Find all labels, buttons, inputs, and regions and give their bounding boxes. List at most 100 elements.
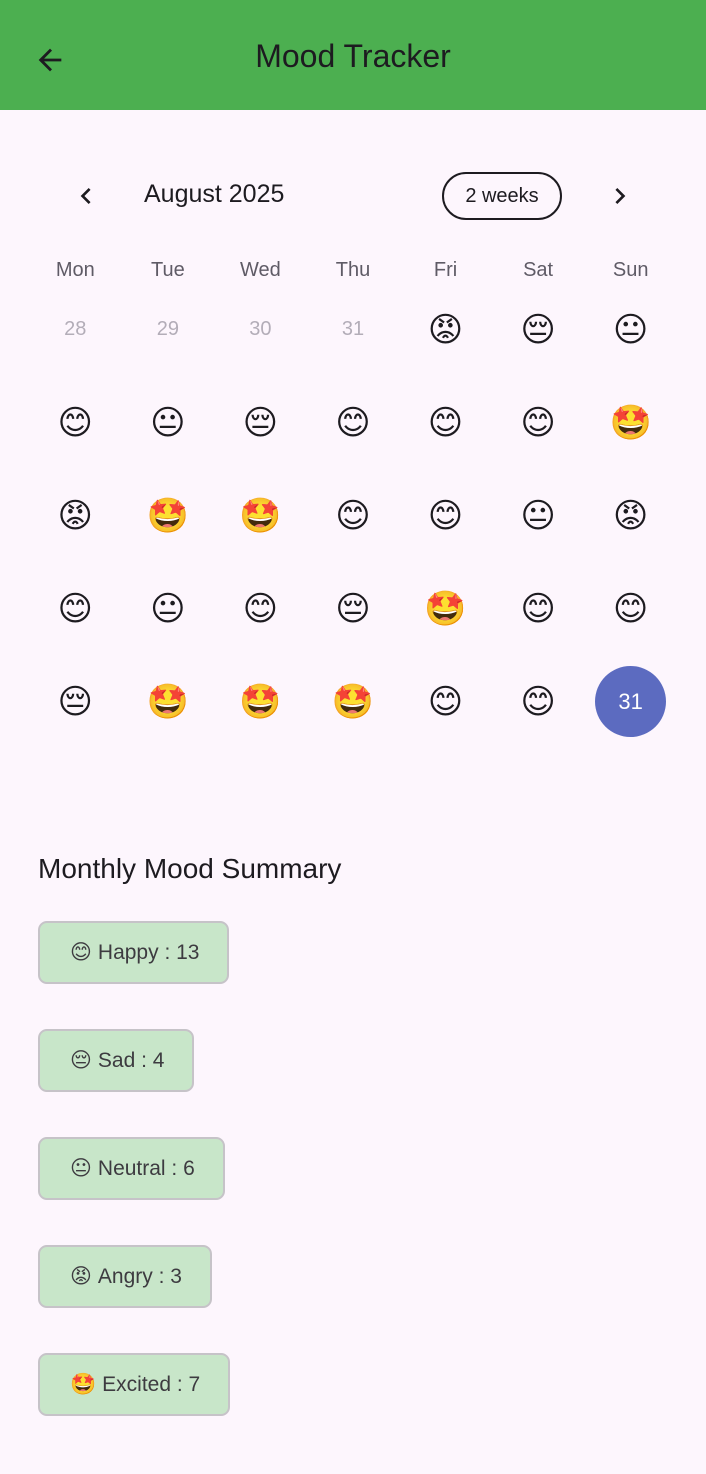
calendar-day[interactable]: 🤩	[122, 655, 215, 748]
calendar-day[interactable]: 😊	[399, 376, 492, 469]
calendar-week-row: 😊 😐 😔 😊 😊 😊 🤩	[29, 376, 677, 469]
calendar-day-outside[interactable]: 31	[307, 283, 400, 376]
app-bar: Mood Tracker	[0, 0, 706, 110]
happy-mood-icon: 😊	[427, 681, 464, 722]
angry-mood-icon: 😡	[427, 309, 464, 350]
calendar-day[interactable]: 😐	[122, 376, 215, 469]
happy-mood-icon: 😊	[520, 588, 556, 629]
angry-mood-icon: 😡	[612, 495, 649, 536]
mood-icon: 😡	[70, 1265, 92, 1288]
calendar-day[interactable]: 😐	[492, 469, 585, 562]
neutral-mood-icon: 😐	[150, 402, 186, 443]
calendar-day[interactable]: 🤩	[584, 376, 677, 469]
calendar-day[interactable]: 😊	[307, 376, 400, 469]
calendar-week-row: 😊 😐 😊 😔 🤩 😊 😊	[29, 562, 677, 655]
calendar-day[interactable]: 😊	[584, 562, 677, 655]
mood-icon: 🤩	[70, 1372, 97, 1396]
mood-summary-chip: 🤩 Excited : 7	[38, 1353, 231, 1416]
calendar-day-outside[interactable]: 28	[29, 283, 122, 376]
mood-summary-chip: 😊 Happy : 13	[38, 921, 230, 984]
excited-mood-icon: 🤩	[424, 588, 467, 629]
mood-icon: 😔	[70, 1049, 92, 1072]
happy-mood-icon: 😊	[57, 588, 93, 629]
sad-mood-icon: 😔	[57, 681, 93, 722]
neutral-mood-icon: 😐	[520, 495, 556, 536]
calendar-day[interactable]: 😊	[399, 655, 492, 748]
happy-mood-icon: 😊	[427, 402, 464, 443]
previous-month-button[interactable]	[62, 172, 110, 220]
calendar-day[interactable]: 😡	[29, 469, 122, 562]
calendar-day[interactable]: 😡	[584, 469, 677, 562]
summary-title: Monthly Mood Summary	[38, 853, 342, 884]
sad-mood-icon: 😔	[520, 309, 556, 350]
calendar-day[interactable]: 😐	[122, 562, 215, 655]
calendar-day[interactable]: 🤩	[214, 655, 307, 748]
mood-summary-label: Neutral : 6	[97, 1156, 195, 1180]
happy-mood-icon: 😊	[520, 681, 556, 722]
mood-summary-label: Angry : 3	[97, 1264, 182, 1288]
calendar-day[interactable]: 😔	[29, 655, 122, 748]
happy-mood-icon: 😊	[427, 495, 464, 536]
calendar-week-row: 28 29 30 31 😡 😔 😐	[29, 283, 677, 376]
day-number: 30	[249, 318, 272, 340]
excited-mood-icon: 🤩	[146, 681, 190, 722]
mood-icon: 😊	[70, 941, 92, 964]
mood-summary-label: Happy : 13	[97, 940, 200, 964]
calendar-day[interactable]: 😊	[307, 469, 400, 562]
happy-mood-icon: 😊	[57, 402, 93, 443]
calendar-day[interactable]: 😊	[492, 562, 585, 655]
calendar-day[interactable]: 😊	[492, 655, 585, 748]
calendar-day[interactable]: 🤩	[214, 469, 307, 562]
sad-mood-icon: 😔	[242, 402, 279, 443]
mood-summary-chip: 😐 Neutral : 6	[38, 1137, 225, 1200]
calendar-week-row: 😔 🤩 🤩 🤩 😊 😊 31	[29, 655, 677, 748]
calendar-day-today[interactable]: 31	[584, 655, 677, 748]
calendar-day[interactable]: 😔	[492, 283, 585, 376]
next-month-button[interactable]	[596, 172, 644, 220]
calendar-day[interactable]: 😊	[214, 562, 307, 655]
calendar-day[interactable]: 🤩	[399, 562, 492, 655]
calendar-grid: 28 29 30 31 😡 😔 😐 😊 😐 😔 😊 😊 😊 🤩 😡 🤩 🤩 😊 😊 😐 😡 😊 😐 😊 😔 🤩 😊 😊 😔 🤩 🤩 🤩 😊 😊 31	[29, 283, 677, 748]
day-number: 31	[341, 318, 365, 340]
excited-mood-icon: 🤩	[146, 495, 190, 536]
happy-mood-icon: 😊	[520, 402, 556, 443]
neutral-mood-icon: 😐	[612, 309, 649, 350]
mood-summary-chip: 😔 Sad : 4	[38, 1029, 195, 1092]
excited-mood-icon: 🤩	[331, 681, 375, 722]
calendar-day[interactable]: 😔	[307, 562, 400, 655]
page-title: Mood Tracker	[255, 38, 451, 74]
calendar-day[interactable]: 😊	[29, 562, 122, 655]
neutral-mood-icon: 😐	[150, 588, 186, 629]
calendar-day-outside[interactable]: 30	[214, 283, 307, 376]
happy-mood-icon: 😊	[242, 588, 279, 629]
today-marker: 31	[595, 666, 667, 737]
day-number: 28	[64, 318, 87, 340]
calendar-week-row: 😡 🤩 🤩 😊 😊 😐 😡	[29, 469, 677, 562]
calendar-day[interactable]: 🤩	[122, 469, 215, 562]
chevron-right-icon	[615, 188, 626, 204]
happy-mood-icon: 😊	[612, 588, 649, 629]
sad-mood-icon: 😔	[335, 588, 371, 629]
mood-icon: 😐	[70, 1157, 92, 1180]
angry-mood-icon: 😡	[57, 495, 93, 536]
calendar-day[interactable]: 😡	[399, 283, 492, 376]
excited-mood-icon: 🤩	[609, 402, 652, 443]
excited-mood-icon: 🤩	[239, 495, 282, 536]
excited-mood-icon: 🤩	[239, 681, 282, 722]
calendar-day[interactable]: 🤩	[307, 655, 400, 748]
calendar-day[interactable]: 😔	[214, 376, 307, 469]
calendar-day-outside[interactable]: 29	[122, 283, 215, 376]
calendar-format-button[interactable]: 2 weeks	[442, 172, 562, 220]
calendar-header: August 2025 2 weeks	[0, 160, 706, 232]
mood-summary-label: Excited : 7	[102, 1372, 201, 1396]
mood-summary-chip: 😡 Angry : 3	[38, 1245, 212, 1308]
calendar-day[interactable]: 😊	[492, 376, 585, 469]
chevron-left-icon	[80, 188, 91, 204]
calendar-day[interactable]: 😐	[584, 283, 677, 376]
calendar-day[interactable]: 😊	[399, 469, 492, 562]
day-number: 29	[156, 318, 179, 340]
mood-summary-label: Sad : 4	[97, 1048, 165, 1072]
calendar-day[interactable]: 😊	[29, 376, 122, 469]
month-title: August 2025	[144, 180, 285, 208]
happy-mood-icon: 😊	[335, 495, 371, 536]
